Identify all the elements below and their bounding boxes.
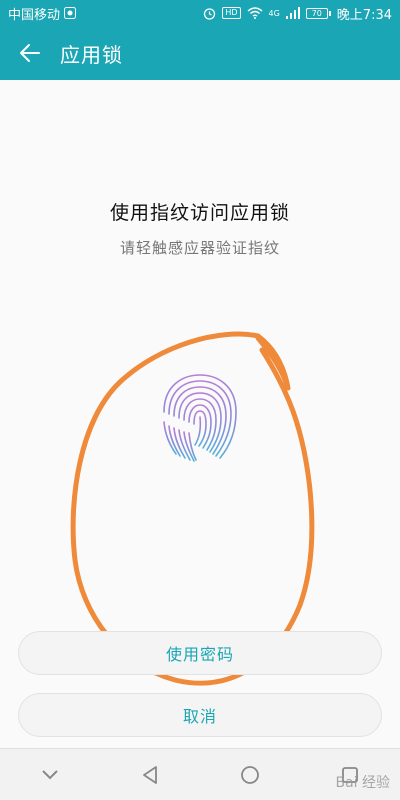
page-title: 应用锁: [60, 42, 123, 67]
nav-collapse-button[interactable]: [20, 749, 80, 800]
app-notification-icon: [64, 7, 77, 19]
hd-badge: HD: [222, 7, 241, 19]
watermark: Bai 经验: [335, 775, 390, 791]
wifi-icon: [247, 7, 263, 19]
signal-type-label: 4G: [268, 8, 280, 18]
signal-icon: [285, 7, 300, 19]
cancel-button[interactable]: 取消: [18, 693, 382, 737]
home-circle-icon: [241, 765, 259, 784]
status-left: 中国移动: [8, 4, 77, 23]
back-button[interactable]: [0, 26, 60, 80]
status-bar: 中国移动 HD 4G 70 晚上7:34: [0, 0, 400, 26]
fingerprint-subtitle: 请轻触感应器验证指纹: [119, 239, 280, 257]
back-triangle-icon: [143, 765, 157, 784]
status-time: 晚上7:34: [336, 7, 392, 23]
carrier-label: 中国移动: [8, 7, 61, 23]
arrow-left-icon: [20, 44, 40, 62]
fingerprint-title: 使用指纹访问应用锁: [109, 202, 290, 224]
status-right: HD 4G 70 晚上7:34: [203, 4, 392, 23]
alarm-icon: [203, 7, 216, 20]
fingerprint-icon: [163, 374, 237, 462]
nav-back-button[interactable]: [120, 749, 180, 800]
battery-level: 70: [305, 7, 328, 19]
app-bar: 应用锁: [0, 26, 400, 80]
battery-icon: 70: [305, 7, 331, 19]
nav-home-button[interactable]: [220, 749, 280, 800]
use-password-button[interactable]: 使用密码: [18, 631, 382, 675]
chevron-down-icon: [42, 769, 58, 779]
